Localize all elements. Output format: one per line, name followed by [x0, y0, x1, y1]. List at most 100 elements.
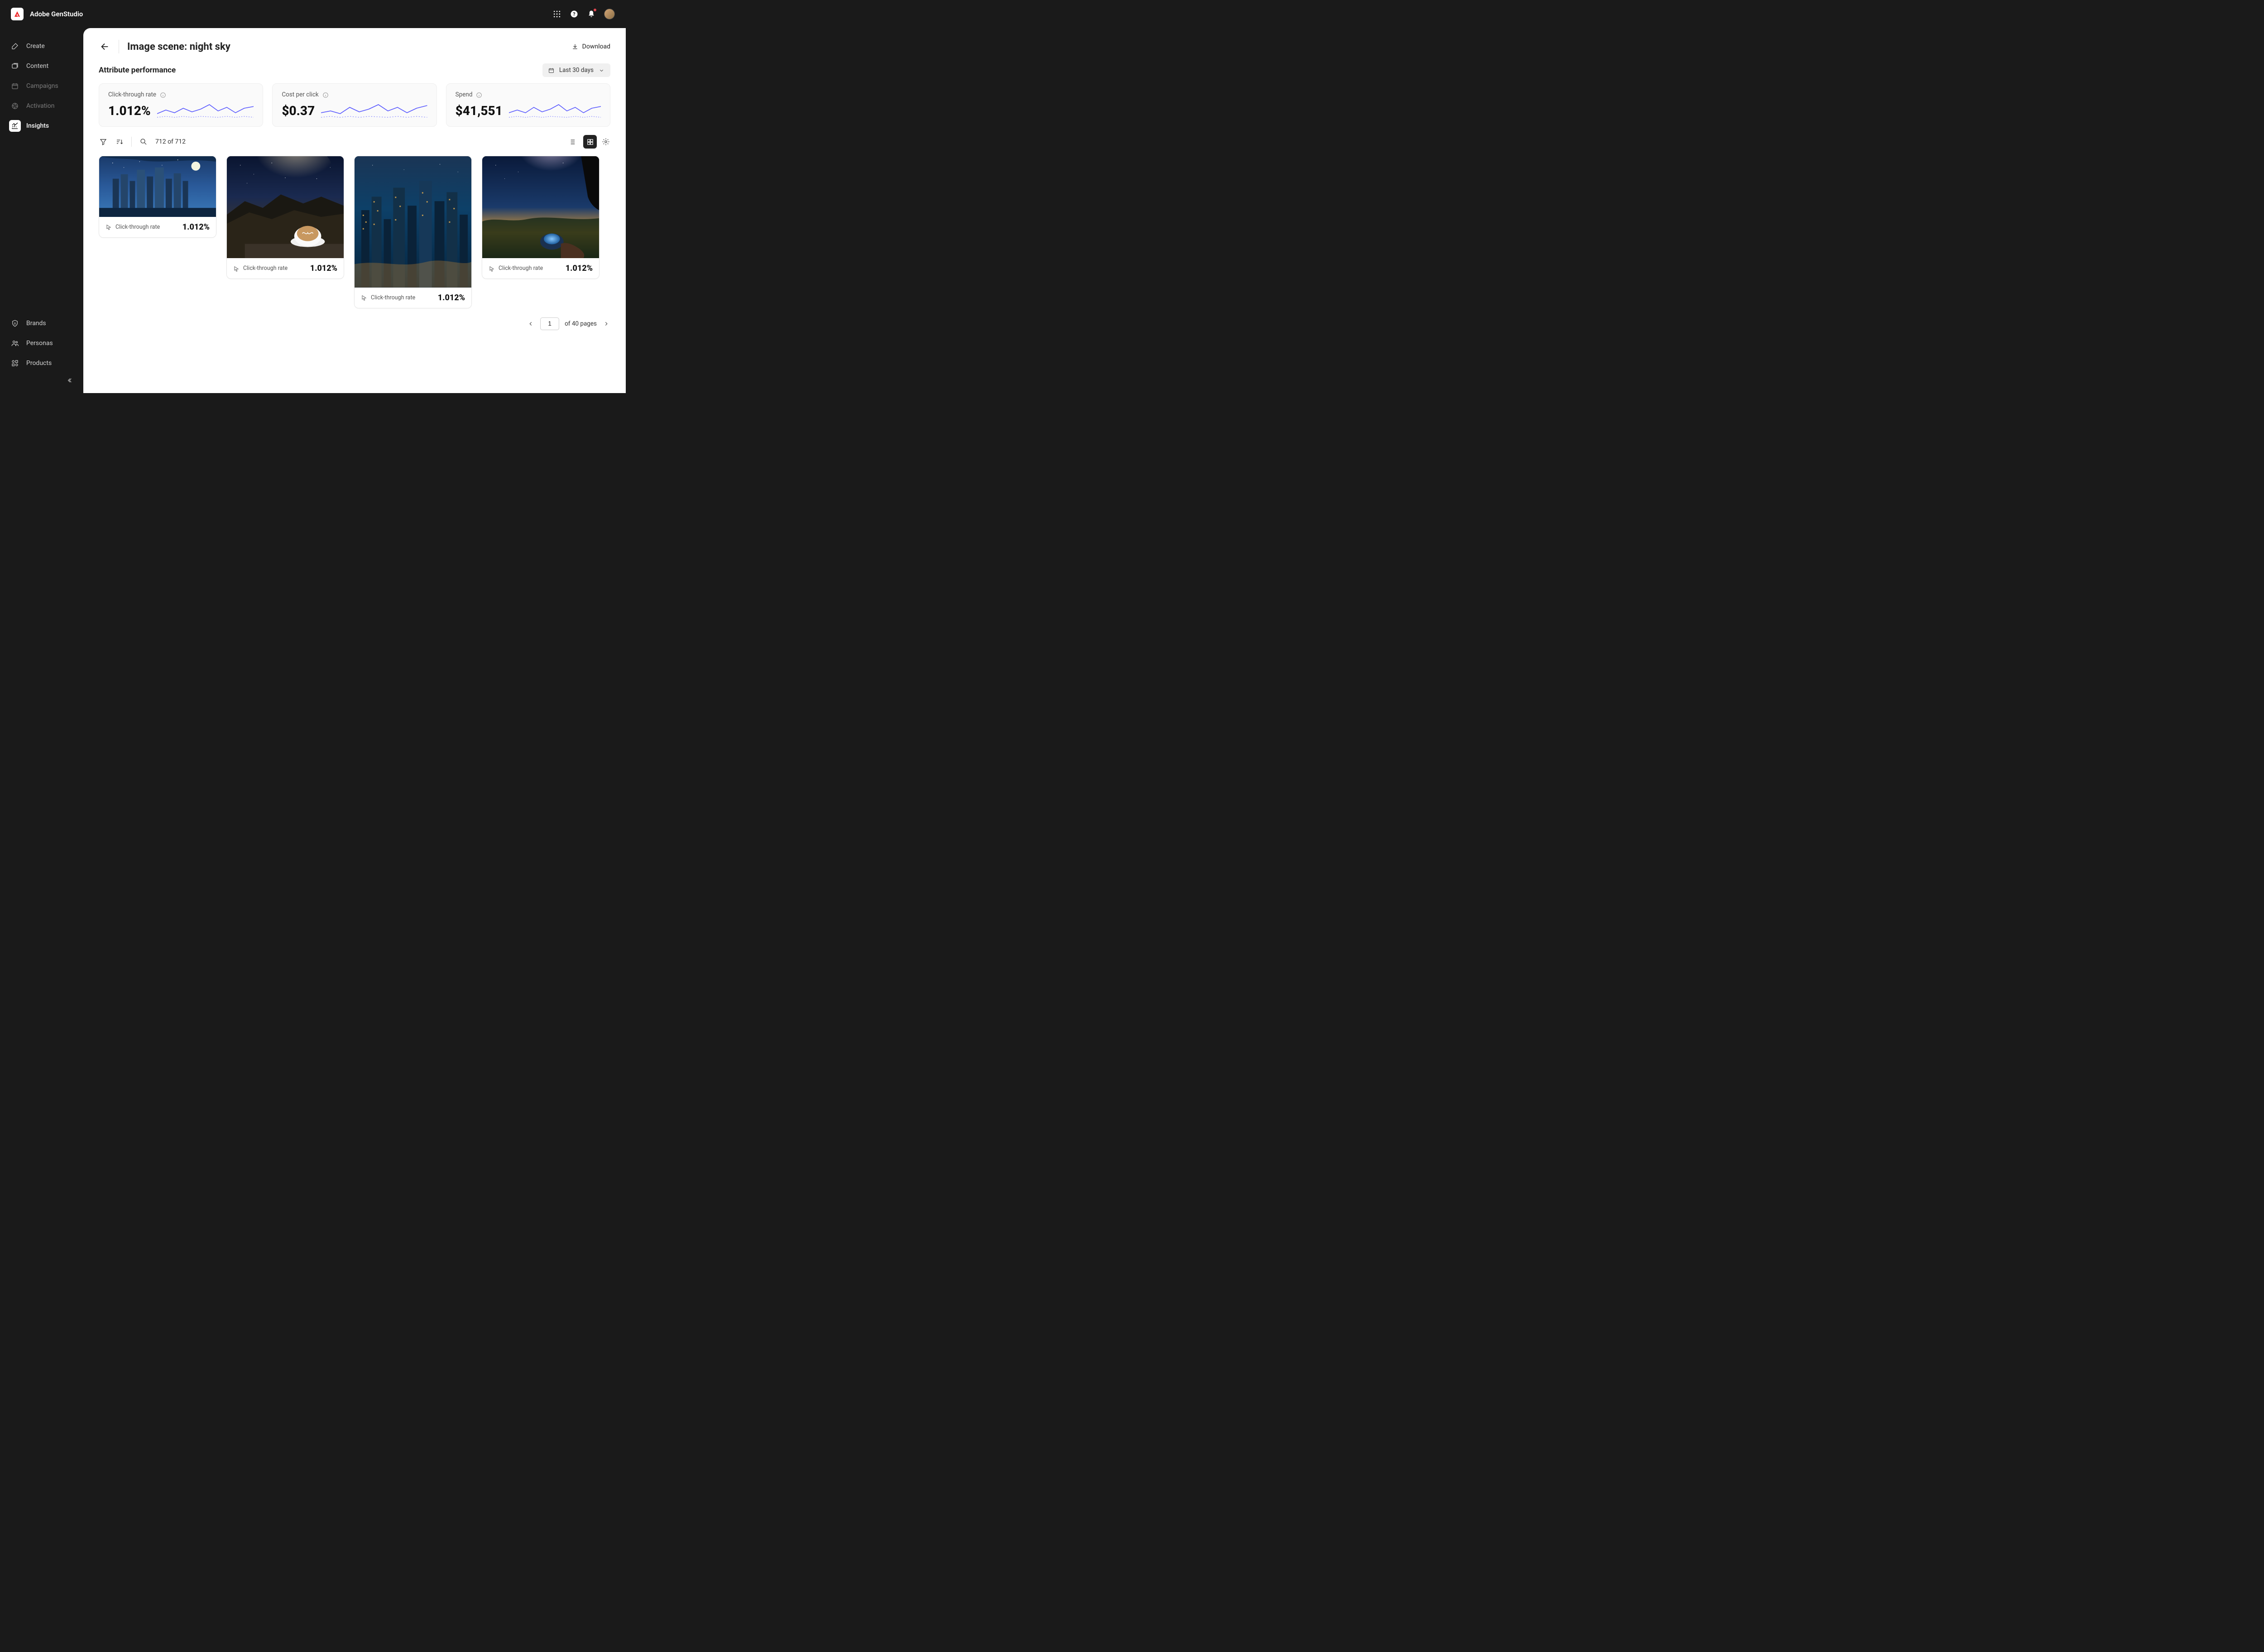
metric-label: Cost per click: [282, 91, 318, 98]
card-metric-label: Click-through rate: [115, 224, 160, 231]
collapse-sidebar-button[interactable]: [58, 373, 83, 389]
sort-button[interactable]: [115, 137, 124, 146]
sidebar-item-label: Brands: [26, 320, 46, 327]
results-toolbar: 712 of 712: [99, 135, 610, 149]
date-range-picker[interactable]: Last 30 days: [542, 63, 610, 77]
image-card[interactable]: Click-through rate 1.012%: [99, 156, 216, 238]
brand-name: Adobe GenStudio: [30, 10, 83, 18]
page-input[interactable]: [540, 317, 559, 330]
sidebar-item-brands[interactable]: B Brands: [0, 313, 83, 333]
image-stack-icon: [9, 60, 21, 72]
divider: [131, 137, 132, 147]
filter-button[interactable]: [99, 137, 108, 146]
section-row: Attribute performance Last 30 days: [99, 63, 610, 77]
chevron-down-icon: [598, 67, 605, 74]
sidebar-item-products[interactable]: Products: [0, 353, 83, 373]
thumbnail: [227, 156, 344, 258]
info-icon[interactable]: [160, 91, 166, 98]
sidebar-item-label: Content: [26, 62, 48, 70]
toolbar-right: [565, 135, 610, 149]
cursor-icon: [106, 224, 112, 230]
metric-card-spend[interactable]: Spend $41,551: [446, 83, 610, 127]
nav-top-group: Create Content Campaigns Activation Insi…: [0, 36, 83, 136]
list-view-button[interactable]: [565, 135, 579, 149]
metric-card-ctr[interactable]: Click-through rate 1.012%: [99, 83, 263, 127]
card-metric-value: 1.012%: [566, 264, 593, 273]
topbar-right: ?: [552, 9, 615, 19]
aperture-icon: [9, 100, 21, 112]
avatar[interactable]: [604, 9, 615, 19]
calendar-icon: [548, 67, 555, 74]
sparkline: [509, 101, 601, 120]
sidebar-item-personas[interactable]: Personas: [0, 333, 83, 353]
download-icon: [571, 43, 579, 50]
back-button[interactable]: [99, 41, 110, 53]
apps-icon[interactable]: [552, 10, 561, 19]
notifications-icon[interactable]: [587, 10, 596, 19]
users-icon: [9, 337, 21, 349]
panel-header-left: Image scene: night sky: [99, 40, 230, 53]
search-button[interactable]: [139, 137, 148, 146]
page-total-label: of 40 pages: [565, 320, 597, 327]
panel-header: Image scene: night sky Download: [99, 40, 610, 53]
next-page-button[interactable]: [602, 320, 610, 328]
sidebar-item-create[interactable]: Create: [0, 36, 83, 56]
sidebar-item-label: Products: [26, 360, 52, 367]
prev-page-button[interactable]: [527, 320, 535, 328]
toolbar-left: 712 of 712: [99, 137, 186, 147]
thumbnail: [99, 156, 216, 217]
brush-icon: [9, 40, 21, 52]
sidebar-item-campaigns[interactable]: Campaigns: [0, 76, 83, 96]
chart-icon: [9, 120, 21, 132]
thumbnail: [482, 156, 599, 258]
shapes-icon: [9, 357, 21, 369]
help-icon[interactable]: ?: [570, 10, 579, 19]
sidebar-item-insights[interactable]: Insights: [0, 116, 83, 136]
shell: Create Content Campaigns Activation Insi…: [0, 28, 626, 393]
topbar: Adobe GenStudio ?: [0, 0, 626, 28]
svg-text:?: ?: [573, 11, 575, 17]
svg-text:B: B: [14, 322, 16, 325]
image-card[interactable]: Click-through rate 1.012%: [226, 156, 344, 279]
date-range-label: Last 30 days: [559, 67, 594, 74]
topbar-left: Adobe GenStudio: [11, 8, 83, 20]
adobe-logo[interactable]: [11, 8, 24, 20]
metrics-row: Click-through rate 1.012% Cost per click: [99, 83, 610, 127]
sidebar-item-activation[interactable]: Activation: [0, 96, 83, 116]
info-icon[interactable]: [476, 91, 482, 98]
card-metric-label: Click-through rate: [371, 294, 415, 301]
image-card[interactable]: Click-through rate 1.012%: [482, 156, 600, 279]
card-metric-value: 1.012%: [182, 222, 210, 232]
pagination: of 40 pages: [99, 317, 610, 330]
sidebar-item-content[interactable]: Content: [0, 56, 83, 76]
metric-value: 1.012%: [108, 103, 151, 118]
sidebar-item-label: Personas: [26, 340, 53, 347]
grid-view-button[interactable]: [583, 135, 597, 149]
settings-button[interactable]: [601, 137, 610, 146]
cursor-icon: [361, 294, 367, 301]
metric-card-cpc[interactable]: Cost per click $0.37: [272, 83, 436, 127]
metric-value: $41,551: [456, 103, 503, 118]
sidebar-item-label: Campaigns: [26, 82, 58, 90]
metric-value: $0.37: [282, 103, 315, 118]
thumbnail: [355, 156, 471, 288]
cursor-icon: [489, 265, 495, 272]
result-count: 712 of 712: [155, 138, 186, 145]
shield-b-icon: B: [9, 317, 21, 329]
info-icon[interactable]: [322, 91, 329, 98]
notification-dot: [593, 8, 597, 12]
card-metric-label: Click-through rate: [499, 265, 543, 272]
sparkline: [321, 101, 427, 120]
nav-bottom-group: B Brands Personas Products: [0, 313, 83, 373]
download-button[interactable]: Download: [571, 43, 610, 50]
metric-label: Click-through rate: [108, 91, 156, 98]
card-metric-value: 1.012%: [310, 264, 337, 273]
page-title: Image scene: night sky: [127, 41, 230, 53]
image-card[interactable]: Click-through rate 1.012%: [354, 156, 472, 308]
download-label: Download: [582, 43, 610, 50]
calendar-icon: [9, 80, 21, 92]
section-title: Attribute performance: [99, 66, 176, 75]
card-metric-label: Click-through rate: [243, 265, 288, 272]
sparkline: [157, 101, 254, 120]
main-panel: Image scene: night sky Download Attribut…: [83, 28, 626, 393]
